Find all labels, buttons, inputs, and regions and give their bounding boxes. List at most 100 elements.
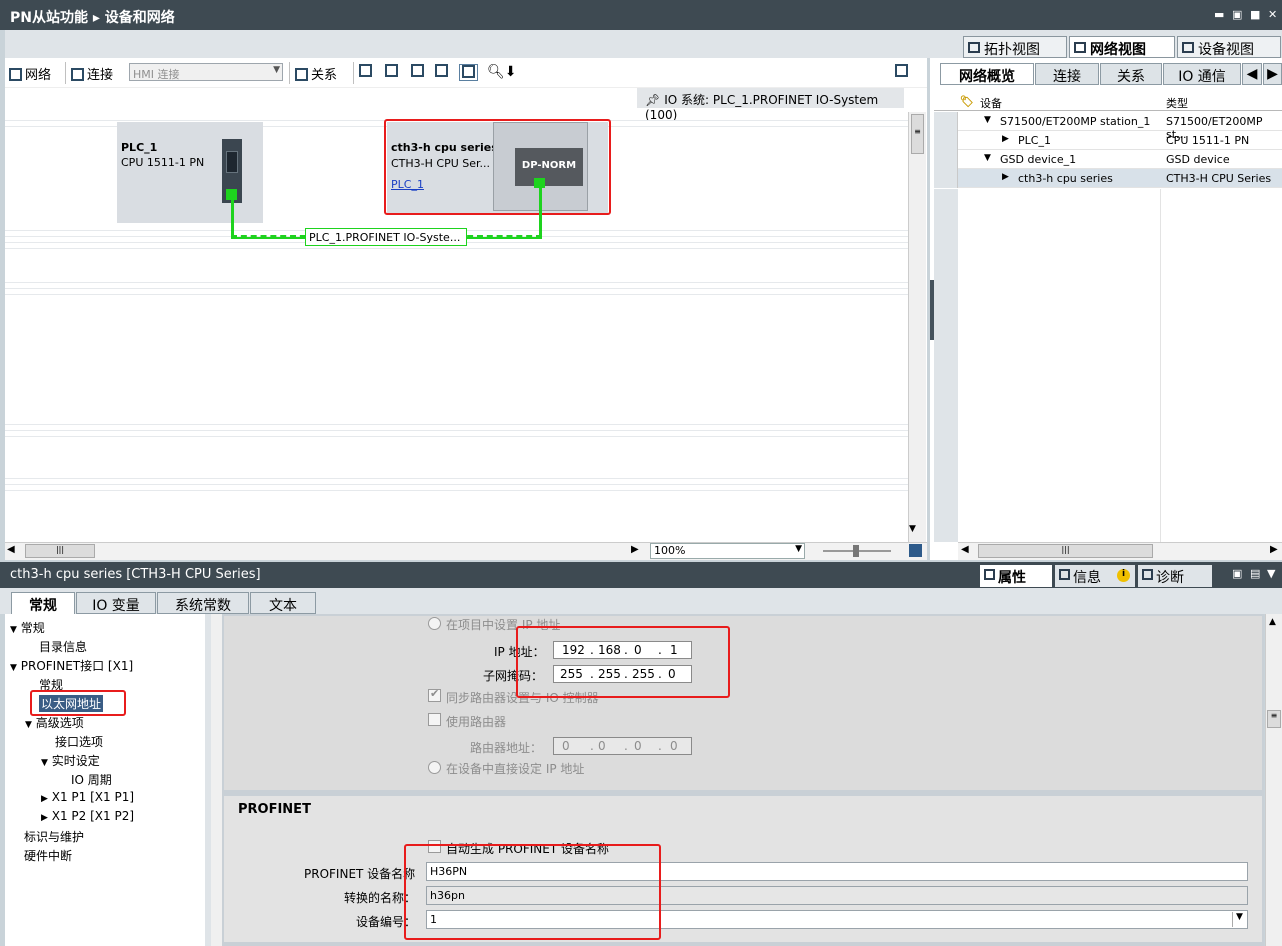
properties-titlebar: cth3-h cpu series [CTH3-H CPU Series] 属性… [0,562,1282,588]
tab-network-overview[interactable]: 网络概览 [940,63,1034,85]
property-tabs: 常规 IO 变量 系统常数 文本 [0,588,1282,614]
info-badge-icon: i [1117,569,1130,582]
chevron-down-icon: ▼ [273,65,280,75]
maximize-icon[interactable]: ■ [1250,8,1260,21]
device-view-button[interactable]: 设备视图 [1177,36,1281,58]
scroll-right-icon[interactable]: ▶ [1270,544,1278,555]
zoom-slider-handle[interactable] [853,545,859,557]
tab-connections[interactable]: 连接 [1035,63,1099,85]
subnet-label[interactable]: PLC_1.PROFINET IO-Syste... [305,228,467,246]
highlight-box [30,690,126,716]
network-icon [9,68,22,81]
names-icon[interactable] [359,64,372,79]
highlight-box [516,626,730,698]
property-nav-tree: ▼ 常规 目录信息 ▼ PROFINET接口 [X1] 常规 以太网地址 ▼ 高… [5,614,205,946]
scroll-up-icon[interactable]: ▲ [1269,617,1276,627]
content-vertical-scrollbar[interactable]: ▲ ≡ [1265,614,1282,946]
window-titlebar: PN从站功能 ▸ 设备和网络 ▬ ▣ ■ ✕ [0,0,1282,30]
pin-icon[interactable]: 📌︎ [645,93,660,107]
overview-toggle-icon[interactable] [459,64,478,81]
sync-router-checkbox[interactable]: ✔ [428,687,441,702]
restore-icon[interactable]: ▣ [1232,567,1242,580]
tab-io-communication[interactable]: IO 通信 [1163,63,1241,85]
router-address-field[interactable]: 0. 0. 0. 0 [553,737,692,755]
io-system-label: 📌︎ IO 系统: PLC_1.PROFINET IO-System (100) [637,88,904,122]
canvas-horizontal-scrollbar[interactable]: ◀ ||| ▶ 100% ▼ [5,542,927,560]
hmi-connection-select[interactable]: HMI 连接 ▼ [129,63,283,81]
tab-system-constants[interactable]: 系统常数 [157,592,249,614]
diagnostics-tab[interactable]: 诊断 [1138,565,1212,587]
grid-icon[interactable] [435,64,448,79]
nav-advanced-options[interactable]: ▼ 高级选项 [25,714,84,731]
tab-scroll-left-icon[interactable]: ◀ [1242,63,1262,85]
table-row[interactable]: ▶ PLC_1 CPU 1511-1 PN [934,131,1282,150]
relation-button[interactable]: 关系 [295,64,337,83]
nav-general[interactable]: ▼ 常规 [10,619,45,636]
view-switcher: 拓扑视图 网络视图 设备视图 [5,30,1282,58]
overview-horizontal-scrollbar[interactable]: ◀ ||| ▶ [958,542,1282,560]
nav-interface-options[interactable]: 接口选项 [55,733,103,750]
scroll-left-icon[interactable]: ◀ [961,544,969,555]
set-ip-on-device-radio[interactable] [428,761,441,774]
nav-profinet-interface[interactable]: ▼ PROFINET接口 [X1] [10,657,133,674]
column-header-device: 设备 [980,97,1002,110]
table-row[interactable]: ▶ cth3-h cpu series CTH3-H CPU Series [934,169,1282,188]
nav-identification[interactable]: 标识与维护 [24,828,84,845]
connect-button[interactable]: 连接 [71,64,113,83]
expand-icon[interactable]: ▼ [984,115,991,125]
zoom-icon[interactable]: 🔍︎⬇ [487,64,517,80]
network-line[interactable] [231,200,234,238]
properties-tab[interactable]: 属性 [980,565,1052,587]
highlight-box [384,119,611,215]
table-row[interactable]: ▼ S71500/ET200MP station_1 S71500/ET200M… [934,112,1282,141]
nav-io-cycle[interactable]: IO 周期 [71,771,112,788]
expand-icon[interactable]: ▶ [1002,172,1009,182]
tab-io-tags[interactable]: IO 变量 [76,592,156,614]
network-button[interactable]: 网络 [9,64,51,83]
column-header-type: 类型 [1166,97,1188,110]
expand-icon[interactable]: ▼ [984,153,991,163]
panel-toggle-icon[interactable] [895,64,908,79]
network-line[interactable] [539,186,542,238]
tab-relations[interactable]: 关系 [1100,63,1162,85]
splitter-handle[interactable] [930,280,934,340]
maximize-icon[interactable]: ▤ [1250,567,1260,580]
info-tab[interactable]: 信息 i [1055,565,1135,587]
chevron-down-icon: ▼ [795,544,802,554]
address-icon[interactable] [385,64,398,79]
table-icon[interactable] [411,64,424,79]
nav-realtime[interactable]: ▼ 实时设定 [41,752,100,769]
topology-view-button[interactable]: 拓扑视图 [963,36,1067,58]
close-icon[interactable]: ✕ [1268,8,1277,21]
profinet-heading: PROFINET [238,802,311,817]
relation-icon [295,68,308,81]
scroll-left-icon[interactable]: ◀ [7,544,15,555]
zoom-select[interactable]: 100% ▼ [650,543,805,559]
scroll-down-icon[interactable]: ▼ [909,524,916,534]
tab-scroll-right-icon[interactable]: ▶ [1263,63,1282,85]
set-ip-on-device-label: 在设备中直接设定 IP 地址 [446,762,585,776]
nav-port2[interactable]: ▶ X1 P2 [X1 P2] [41,809,134,823]
expand-icon[interactable]: ▶ [1002,134,1009,144]
device-name-label: PROFINET 设备名称 [304,867,416,881]
table-row[interactable]: ▼ GSD device_1 GSD device [934,150,1282,169]
canvas-vertical-scrollbar[interactable]: ≡ ▼ [908,112,926,542]
scroll-right-icon[interactable]: ▶ [631,544,639,555]
restore-icon[interactable]: ▣ [1232,8,1242,21]
use-router-checkbox[interactable] [428,713,441,726]
set-ip-in-project-radio[interactable] [428,617,441,630]
nav-catalog[interactable]: 目录信息 [39,638,87,655]
profinet-port-icon[interactable] [226,189,237,200]
tab-texts[interactable]: 文本 [250,592,316,614]
breadcrumb: PN从站功能 ▸ 设备和网络 [10,10,175,26]
plc1-device[interactable]: PLC_1 CPU 1511-1 PN [117,122,263,223]
nav-hardware-interrupt[interactable]: 硬件中断 [24,847,72,864]
minimize-icon[interactable]: ▬ [1214,8,1224,21]
tab-general[interactable]: 常规 [11,592,75,614]
collapse-icon[interactable]: ▼ [1267,567,1275,580]
tag-icon: 🏷︎ [960,95,974,108]
navigator-icon[interactable] [909,544,922,557]
network-view-button[interactable]: 网络视图 [1069,36,1175,58]
connect-icon [71,68,84,81]
nav-port1[interactable]: ▶ X1 P1 [X1 P1] [41,790,134,804]
